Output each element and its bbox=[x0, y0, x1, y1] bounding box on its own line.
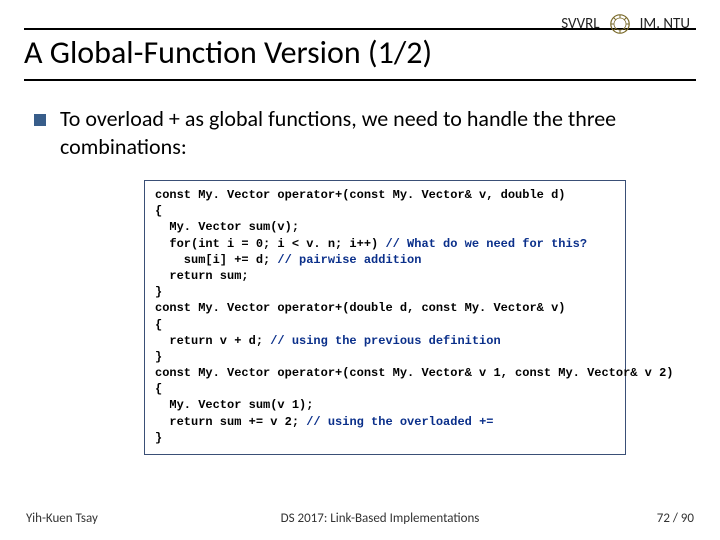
page-title: A Global-Function Version (1/2) bbox=[24, 31, 696, 78]
code-comment: // using the previous definition bbox=[270, 334, 500, 348]
code-line: } bbox=[155, 350, 162, 364]
ntu-logo-icon bbox=[610, 14, 630, 34]
code-line: return sum += v 2; bbox=[155, 415, 306, 429]
code-comment: // What do we need for this? bbox=[385, 237, 587, 251]
footer-course: DS 2017: Link-Based Implementations bbox=[126, 511, 634, 526]
bullet-item: To overload + as global functions, we ne… bbox=[24, 105, 696, 160]
code-line: const My. Vector operator+(const My. Vec… bbox=[155, 366, 673, 380]
code-comment: // pairwise addition bbox=[277, 253, 421, 267]
footer-author: Yih-Kuen Tsay bbox=[26, 511, 126, 526]
header-org-right: IM. NTU bbox=[640, 15, 690, 33]
code-comment: // using the overloaded += bbox=[306, 415, 493, 429]
code-line: return v + d; bbox=[155, 334, 270, 348]
code-line: for(int i = 0; i < v. n; i++) bbox=[155, 237, 385, 251]
code-line: { bbox=[155, 382, 162, 396]
code-line: const My. Vector operator+(double d, con… bbox=[155, 301, 565, 315]
code-line: } bbox=[155, 431, 162, 445]
bullet-text: To overload + as global functions, we ne… bbox=[60, 105, 688, 160]
code-line: { bbox=[155, 318, 162, 332]
code-block: const My. Vector operator+(const My. Vec… bbox=[144, 180, 626, 455]
footer-page: 72 / 90 bbox=[634, 511, 694, 526]
footer: Yih-Kuen Tsay DS 2017: Link-Based Implem… bbox=[0, 511, 720, 526]
slide: SVVRL IM. NTU A Global-Function Versi bbox=[0, 0, 720, 540]
code-line: return sum; bbox=[155, 269, 249, 283]
code-line: My. Vector sum(v); bbox=[155, 220, 299, 234]
code-line: sum[i] += d; bbox=[155, 253, 277, 267]
square-bullet-icon bbox=[34, 114, 46, 126]
code-line: My. Vector sum(v 1); bbox=[155, 398, 313, 412]
header-org-left: SVVRL bbox=[561, 15, 599, 33]
title-divider: A Global-Function Version (1/2) bbox=[24, 28, 696, 81]
code-line: { bbox=[155, 204, 162, 218]
code-line: const My. Vector operator+(const My. Vec… bbox=[155, 188, 565, 202]
code-line: } bbox=[155, 285, 162, 299]
